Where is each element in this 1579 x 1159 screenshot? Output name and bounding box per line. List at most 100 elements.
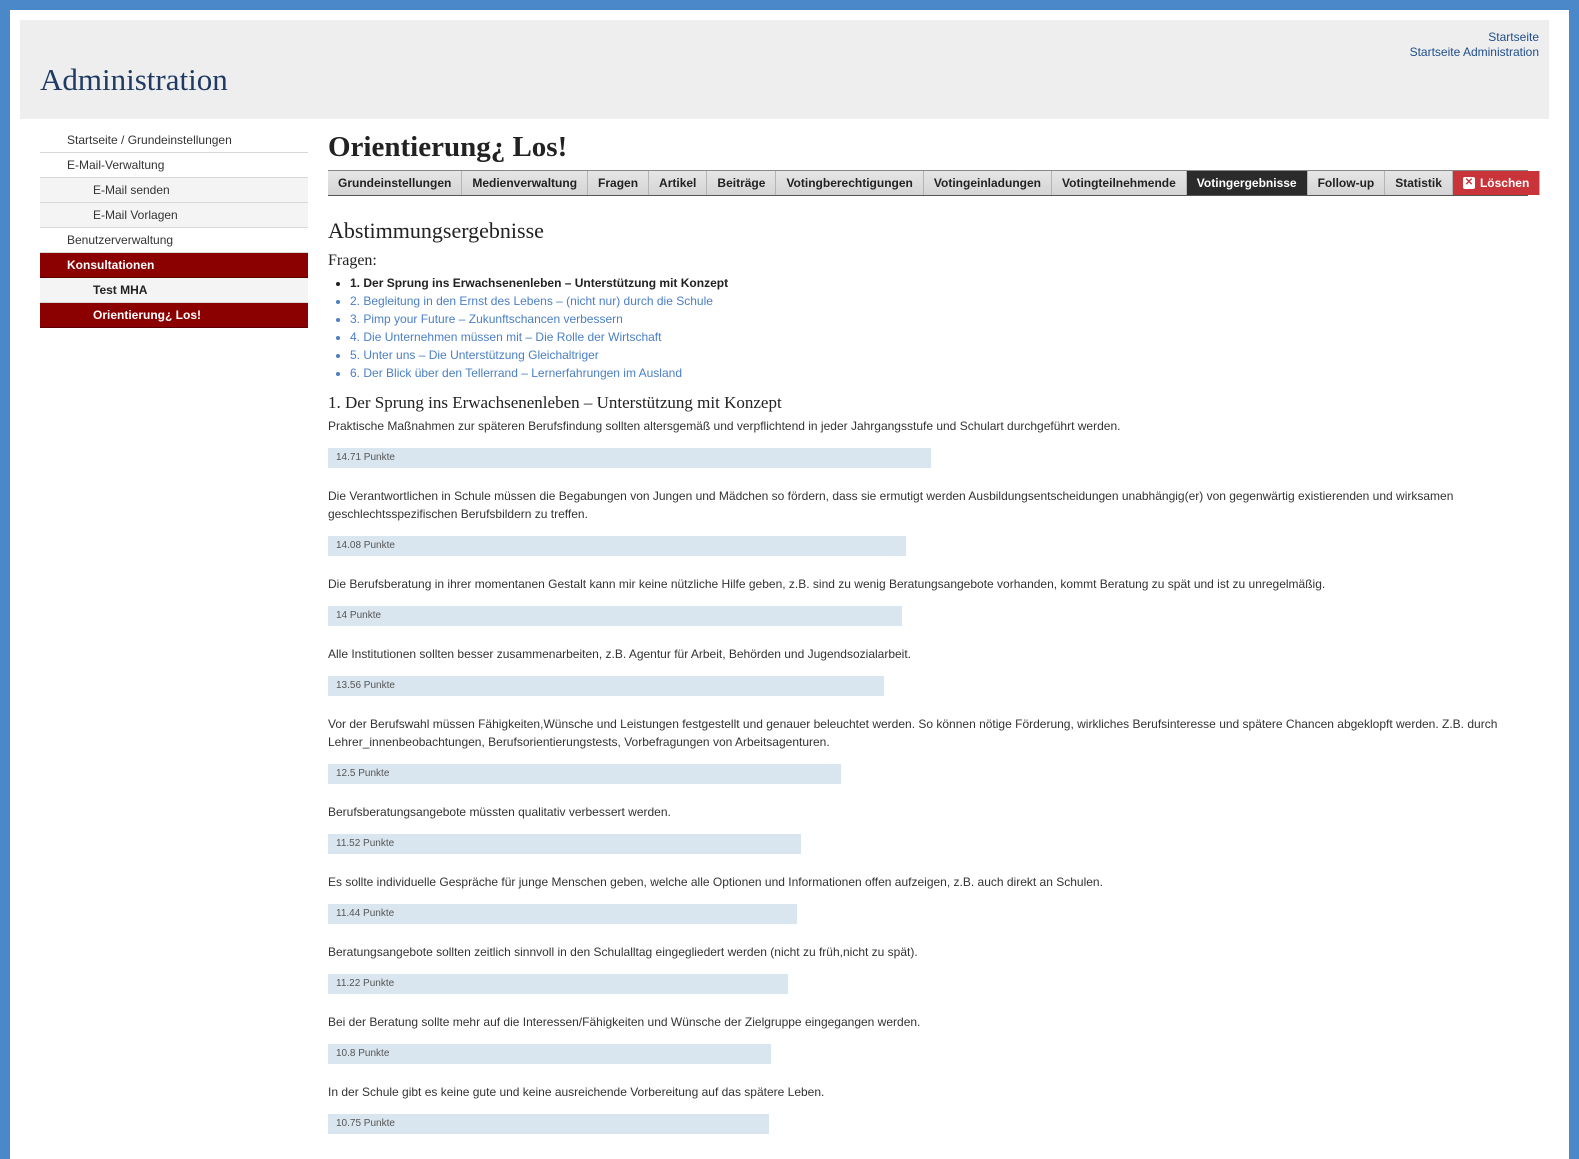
question-number: 2. (350, 294, 361, 308)
answer-item: Praktische Maßnahmen zur späteren Berufs… (328, 417, 1530, 468)
question-item[interactable]: 3. Pimp your Future – Zukunftschancen ve… (350, 310, 1530, 328)
sidebar: Startseite / Grundeinstellungen E-Mail-Ve… (40, 128, 308, 328)
result-bar: 13.56 Punkte (328, 676, 885, 696)
result-bar: 14.71 Punkte (328, 448, 932, 468)
question-item[interactable]: 2. Begleitung in den Ernst des Lebens – … (350, 292, 1530, 310)
question-link[interactable]: 3. Pimp your Future – Zukunftschancen ve… (350, 312, 623, 326)
tab-8[interactable]: Votingergebnisse (1186, 171, 1308, 195)
tab-label: Follow-up (1317, 176, 1375, 190)
tab-5[interactable]: Votingberechtigungen (776, 171, 924, 195)
question-number: 3. (350, 312, 361, 326)
page-frame: Administration Startseite Startseite Adm… (10, 10, 1569, 1159)
question-link[interactable]: 5. Unter uns – Die Unterstützung Gleicha… (350, 348, 599, 362)
answer-text: Berufsberatungsangebote müssten qualitat… (328, 805, 671, 819)
answer-text: Die Verantwortlichen in Schule müssen di… (328, 489, 1454, 521)
sidebar-item-4[interactable]: Benutzerverwaltung (40, 228, 308, 253)
result-bar-track: 11.52 Punkte (328, 834, 1530, 854)
tab-label: Votingergebnisse (1196, 176, 1297, 190)
question-link[interactable]: 6. Der Blick über den Tellerrand – Lerne… (350, 366, 682, 380)
question-link[interactable]: 4. Die Unternehmen müssen mit – Die Roll… (350, 330, 661, 344)
question-link[interactable]: 2. Begleitung in den Ernst des Lebens – … (350, 294, 713, 308)
result-bar-track: 14.71 Punkte (328, 448, 1530, 468)
question-number: 1. (350, 276, 361, 290)
section-title: Abstimmungsergebnisse (328, 218, 544, 243)
question-text: Pimp your Future – Zukunftschancen verbe… (363, 312, 623, 326)
startseite-link[interactable]: Startseite (1410, 30, 1539, 45)
question-heading: 1. Der Sprung ins Erwachsenenleben – Unt… (328, 393, 782, 412)
question-list: 1. Der Sprung ins Erwachsenenleben – Unt… (328, 274, 1530, 382)
questions-label: Fragen: (328, 252, 377, 269)
answer-item: Bei der Beratung sollte mehr auf die Int… (328, 1013, 1530, 1064)
tab-1[interactable]: Medienverwaltung (462, 171, 589, 195)
site-title: Administration (40, 62, 228, 97)
tab-7[interactable]: Votingteilnehmende (1052, 171, 1187, 195)
answer-item: In der Schule gibt es keine gute und kei… (328, 1083, 1530, 1134)
question-item: 1. Der Sprung ins Erwachsenenleben – Unt… (350, 274, 1530, 292)
question-number: 6. (350, 366, 361, 380)
result-bar: 11.52 Punkte (328, 834, 801, 854)
tab-label: Beiträge (717, 176, 766, 190)
question-text: Der Blick über den Tellerrand – Lernerfa… (363, 366, 682, 380)
question-link: 1. Der Sprung ins Erwachsenenleben – Unt… (350, 276, 728, 290)
result-bar: 12.5 Punkte (328, 764, 841, 784)
answer-item: Berufsberatungsangebote müssten qualitat… (328, 803, 1530, 854)
answer-text: Vor der Berufswahl müssen Fähigkeiten,Wü… (328, 717, 1498, 749)
answers-list: Praktische Maßnahmen zur späteren Berufs… (328, 417, 1530, 1134)
tab-6[interactable]: Votingeinladungen (923, 171, 1052, 195)
question-item[interactable]: 5. Unter uns – Die Unterstützung Gleicha… (350, 346, 1530, 364)
answer-item: Die Berufsberatung in ihrer momentanen G… (328, 575, 1530, 626)
tab-4[interactable]: Beiträge (707, 171, 777, 195)
page-title: Orientierung¿ Los! (328, 131, 568, 163)
result-bar-track: 11.44 Punkte (328, 904, 1530, 924)
tab-label: Votingeinladungen (933, 176, 1041, 190)
result-bar-track: 10.75 Punkte (328, 1114, 1530, 1134)
close-icon: ✕ (1462, 177, 1475, 189)
sidebar-item-6[interactable]: Test MHA (40, 278, 308, 303)
answer-text: Die Berufsberatung in ihrer momentanen G… (328, 577, 1326, 591)
tab-label: Statistik (1395, 176, 1442, 190)
tab-label: Artikel (659, 176, 697, 190)
result-bar-track: 13.56 Punkte (328, 676, 1530, 696)
result-bar: 14.08 Punkte (328, 536, 906, 556)
tab-9[interactable]: Follow-up (1307, 171, 1386, 195)
tab-0[interactable]: Grundeinstellungen (328, 171, 463, 195)
result-bar-track: 11.22 Punkte (328, 974, 1530, 994)
header: Administration Startseite Startseite Adm… (20, 20, 1549, 119)
result-bar-track: 14.08 Punkte (328, 536, 1530, 556)
answer-text: In der Schule gibt es keine gute und kei… (328, 1085, 825, 1099)
question-text: Der Sprung ins Erwachsenenleben – Unters… (363, 276, 729, 290)
tab-label: Grundeinstellungen (338, 176, 452, 190)
tab-2[interactable]: Fragen (588, 171, 650, 195)
answer-item: Es sollte individuelle Gespräche für jun… (328, 873, 1530, 924)
startseite-admin-link[interactable]: Startseite Administration (1410, 45, 1539, 60)
question-item[interactable]: 6. Der Blick über den Tellerrand – Lerne… (350, 364, 1530, 382)
answer-item: Vor der Berufswahl müssen Fähigkeiten,Wü… (328, 715, 1530, 784)
sidebar-item-2[interactable]: E-Mail senden (40, 178, 308, 203)
tab-3[interactable]: Artikel (649, 171, 708, 195)
tab-label: Votingberechtigungen (786, 176, 913, 190)
question-item[interactable]: 4. Die Unternehmen müssen mit – Die Roll… (350, 328, 1530, 346)
result-bar: 10.8 Punkte (328, 1044, 772, 1064)
tab-10[interactable]: Statistik (1385, 171, 1453, 195)
answer-text: Es sollte individuelle Gespräche für jun… (328, 875, 1103, 889)
tab-label: Medienverwaltung (472, 176, 578, 190)
tab-11[interactable]: ✕ Löschen (1452, 171, 1541, 195)
answer-item: Die Verantwortlichen in Schule müssen di… (328, 487, 1530, 556)
question-text: Die Unternehmen müssen mit – Die Rolle d… (363, 330, 662, 344)
sidebar-item-5[interactable]: Konsultationen (40, 253, 308, 278)
result-bar: 14 Punkte (328, 606, 903, 626)
question-number: 5. (350, 348, 361, 362)
tab-label: Löschen (1479, 176, 1530, 190)
tab-label: Votingteilnehmende (1062, 176, 1176, 190)
main-content: Orientierung¿ Los! Grundeinstellungen Med… (328, 128, 1541, 1134)
question-text: Unter uns – Die Unterstützung Gleichaltr… (363, 348, 599, 362)
sidebar-item-1[interactable]: E-Mail-Verwaltung (40, 153, 308, 178)
answer-item: Beratungsangebote sollten zeitlich sinnv… (328, 943, 1530, 994)
result-bar-track: 10.8 Punkte (328, 1044, 1530, 1064)
result-bar: 11.22 Punkte (328, 974, 789, 994)
sidebar-item-0[interactable]: Startseite / Grundeinstellungen (40, 128, 308, 153)
question-text: Begleitung in den Ernst des Lebens – (ni… (363, 294, 713, 308)
sidebar-item-7[interactable]: Orientierung¿ Los! (40, 303, 308, 328)
answer-text: Bei der Beratung sollte mehr auf die Int… (328, 1015, 921, 1029)
sidebar-item-3[interactable]: E-Mail Vorlagen (40, 203, 308, 228)
